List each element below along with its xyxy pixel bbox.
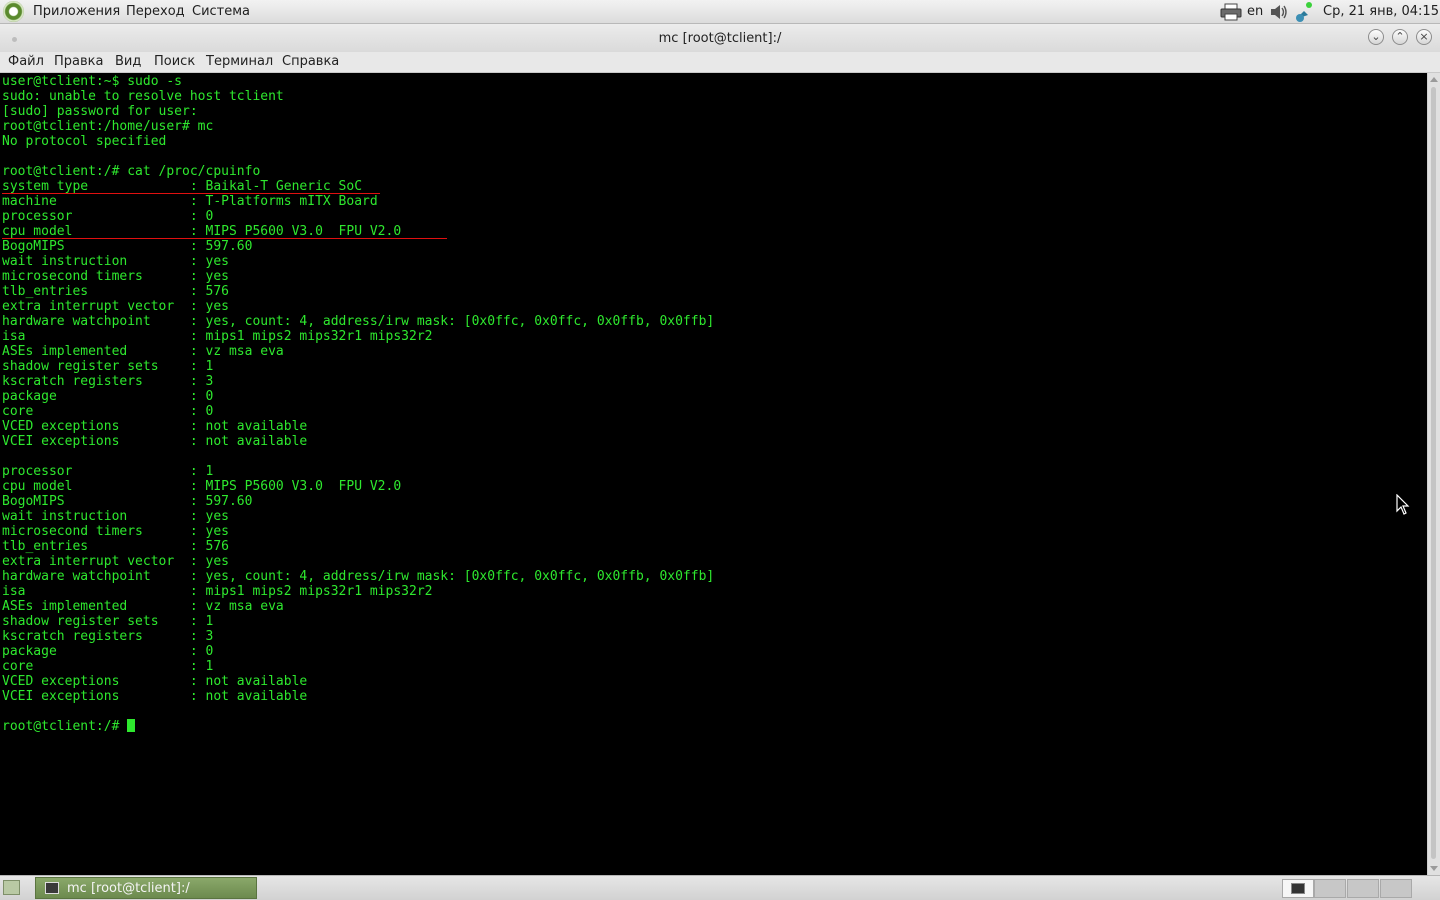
terminal-area[interactable]: user@tclient:~$ sudo -s sudo: unable to r…: [0, 73, 1427, 875]
terminal-line: shadow register sets : 1: [2, 359, 214, 374]
taskbar-window-label: mc [root@tclient]:/: [67, 881, 190, 896]
mouse-pointer-icon: [1396, 493, 1410, 520]
terminal-line: user@tclient:~$ sudo -s: [2, 74, 183, 89]
terminal-line: tlb_entries : 576: [2, 539, 229, 554]
terminal-menubar: Файл Правка Вид Поиск Терминал Справка: [0, 52, 1440, 73]
terminal-line: VCED exceptions : not available: [2, 419, 308, 434]
menu-applications[interactable]: Приложения: [33, 4, 120, 19]
terminal-line: shadow register sets : 1: [2, 614, 214, 629]
terminal-line: microsecond timers : yes: [2, 269, 229, 284]
terminal-line: machine : T-Platforms mITX Board: [2, 194, 378, 209]
workspace-4[interactable]: [1380, 879, 1412, 898]
terminal-line: cpu model : MIPS P5600 V3.0 FPU V2.0: [2, 479, 402, 494]
terminal-line: BogoMIPS : 597.60: [2, 494, 253, 509]
terminal-line: wait instruction : yes: [2, 509, 229, 524]
terminal-line: processor : 0: [2, 209, 214, 224]
workspace-3[interactable]: [1347, 879, 1379, 898]
terminal-line: ASEs implemented : vz msa eva: [2, 344, 284, 359]
menu-view[interactable]: Вид: [115, 54, 141, 69]
terminal-line: VCEI exceptions : not available: [2, 434, 308, 449]
menu-help[interactable]: Справка: [282, 54, 339, 69]
terminal-cursor: [127, 719, 136, 732]
keyboard-layout-indicator[interactable]: en: [1247, 4, 1263, 19]
terminal-prompt-line: root@tclient:/#: [2, 719, 714, 734]
terminal-line: root@tclient:/# cat /proc/cpuinfo: [2, 164, 261, 179]
scroll-down-arrow-icon[interactable]: [1430, 866, 1438, 871]
terminal-line: microsecond timers : yes: [2, 524, 229, 539]
printer-icon[interactable]: [1220, 3, 1242, 25]
top-panel: Приложения Переход Система en Ср, 21 янв…: [0, 0, 1440, 24]
clock[interactable]: Ср, 21 янв, 04:15: [1323, 4, 1439, 19]
window-titlebar[interactable]: mc [root@tclient]:/ ⌄ ⌃ ×: [0, 24, 1440, 52]
terminal-line: [sudo] password for user:: [2, 104, 198, 119]
terminal-line: hardware watchpoint : yes, count: 4, add…: [2, 314, 715, 329]
terminal-line: extra interrupt vector : yes: [2, 554, 229, 569]
menu-system[interactable]: Система: [192, 4, 250, 19]
terminal-line: core : 0: [2, 404, 214, 419]
close-button[interactable]: ×: [1416, 29, 1432, 45]
window-title: mc [root@tclient]:/: [658, 31, 782, 46]
terminal-line: isa : mips1 mips2 mips32r1 mips32r2: [2, 329, 433, 344]
terminal-line: kscratch registers : 3: [2, 374, 214, 389]
workspace-window-icon: [1291, 883, 1305, 894]
terminal-line: wait instruction : yes: [2, 254, 229, 269]
terminal-line: BogoMIPS : 597.60: [2, 239, 253, 254]
terminal-icon: [45, 882, 59, 894]
menu-places[interactable]: Переход: [126, 4, 185, 19]
scrollbar-thumb[interactable]: [1431, 87, 1436, 859]
terminal-prompt: root@tclient:/#: [2, 719, 128, 734]
distro-logo-icon[interactable]: [3, 1, 24, 22]
terminal-line: system type : Baikal-T Generic SoC: [2, 179, 363, 194]
terminal-line: processor : 1: [2, 464, 214, 479]
highlight-underline-cpu-model: [2, 238, 447, 239]
workspace-2[interactable]: [1314, 879, 1346, 898]
terminal-line: VCED exceptions : not available: [2, 674, 308, 689]
terminal-line: kscratch registers : 3: [2, 629, 214, 644]
terminal-output: user@tclient:~$ sudo -s sudo: unable to r…: [2, 74, 714, 734]
menu-file[interactable]: Файл: [8, 54, 44, 69]
show-desktop-icon[interactable]: [3, 880, 20, 895]
terminal-line: isa : mips1 mips2 mips32r1 mips32r2: [2, 584, 433, 599]
bottom-panel: mc [root@tclient]:/: [0, 875, 1440, 900]
terminal-line: root@tclient:/home/user# mc: [2, 119, 214, 134]
menu-edit[interactable]: Правка: [54, 54, 103, 69]
terminal-scrollbar[interactable]: [1427, 73, 1440, 875]
terminal-line: sudo: unable to resolve host tclient: [2, 89, 284, 104]
taskbar-window-button[interactable]: mc [root@tclient]:/: [35, 877, 257, 899]
terminal-line: cpu model : MIPS P5600 V3.0 FPU V2.0: [2, 224, 402, 239]
terminal-line: No protocol specified: [2, 134, 167, 149]
terminal-line: package : 0: [2, 389, 214, 404]
terminal-line: ASEs implemented : vz msa eva: [2, 599, 284, 614]
highlight-underline-system-type: [2, 193, 380, 194]
terminal-line: VCEI exceptions : not available: [2, 689, 308, 704]
maximize-button[interactable]: ⌃: [1392, 29, 1408, 45]
terminal-line: package : 0: [2, 644, 214, 659]
terminal-line: extra interrupt vector : yes: [2, 299, 229, 314]
terminal-line: tlb_entries : 576: [2, 284, 229, 299]
terminal-line: core : 1: [2, 659, 214, 674]
volume-icon[interactable]: [1269, 3, 1289, 25]
menu-terminal[interactable]: Терминал: [206, 54, 273, 69]
menu-search[interactable]: Поиск: [154, 54, 195, 69]
terminal-line: hardware watchpoint : yes, count: 4, add…: [2, 569, 715, 584]
scroll-up-arrow-icon[interactable]: [1430, 77, 1438, 82]
workspace-1[interactable]: [1282, 879, 1314, 898]
minimize-button[interactable]: ⌄: [1368, 29, 1384, 45]
